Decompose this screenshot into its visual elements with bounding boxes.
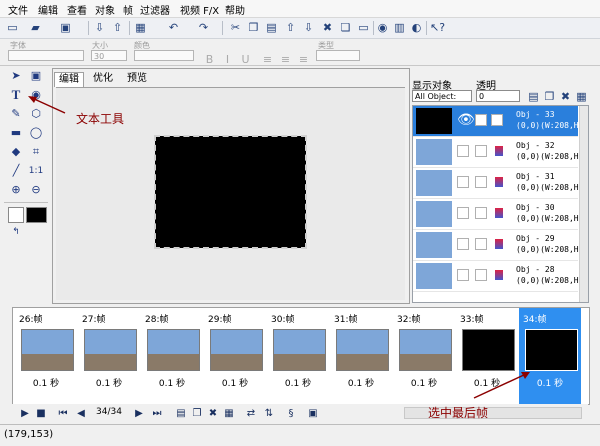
select-last-frame-callout: 选中最后帧 bbox=[428, 406, 489, 420]
annotation-arrows bbox=[28, 96, 530, 399]
last-frame-arrow bbox=[473, 373, 527, 399]
text-tool-callout: 文本工具 bbox=[76, 112, 125, 126]
text-tool-arrow bbox=[31, 97, 66, 114]
text-tool-arrowhead bbox=[28, 96, 37, 103]
